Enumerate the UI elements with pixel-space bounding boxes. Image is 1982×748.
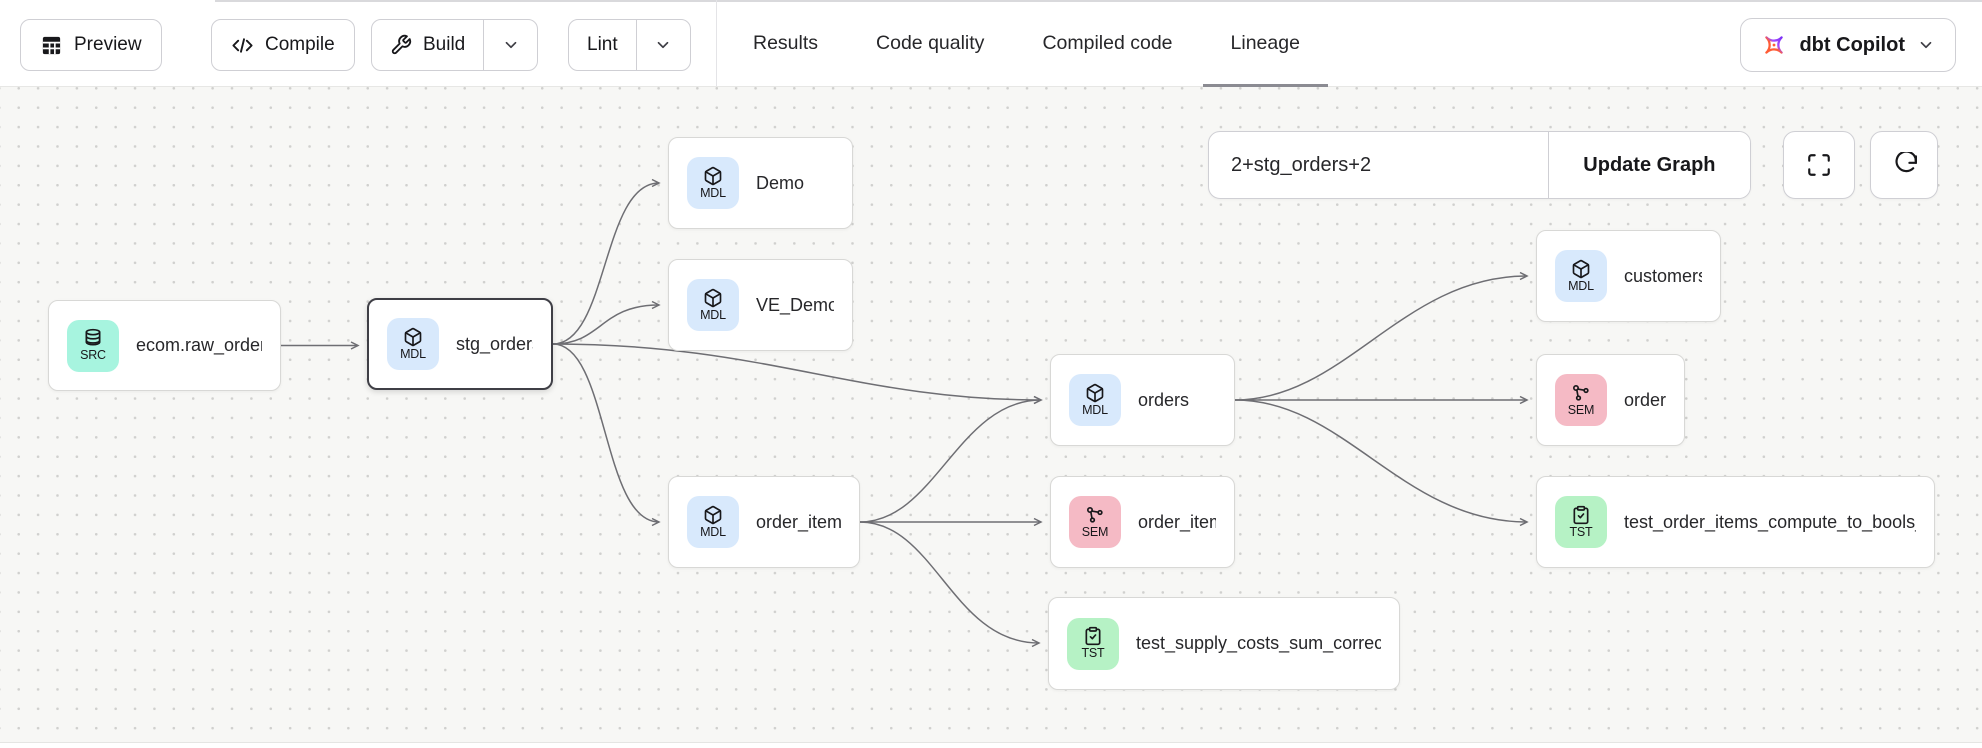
tab-lineage[interactable]: Lineage <box>1231 0 1300 87</box>
lineage-canvas[interactable]: SRC ecom.raw_orders MDL stg_orders MDL D… <box>0 87 1982 742</box>
update-graph-button[interactable]: Update Graph <box>1548 132 1750 198</box>
clipboard-check-icon <box>1083 626 1103 646</box>
edge-orders-test-order-items <box>1235 400 1527 522</box>
model-type-badge: MDL <box>387 318 439 370</box>
code-icon <box>231 34 254 57</box>
edge-order-items-orders <box>860 400 1041 522</box>
lineage-selector-input[interactable] <box>1209 132 1548 198</box>
result-tabs: Results Code quality Compiled code Linea… <box>753 0 1300 87</box>
build-button-label: Build <box>423 34 465 56</box>
edge-stg-orders-orders <box>553 344 1041 400</box>
node-label: Demo <box>756 173 804 194</box>
preview-button[interactable]: Preview <box>20 19 162 71</box>
tab-code-quality[interactable]: Code quality <box>876 0 984 87</box>
node-order-items[interactable]: MDL order_items <box>668 476 860 568</box>
top-toolbar: Preview Compile Build Lint <box>0 0 1982 87</box>
tab-results[interactable]: Results <box>753 0 818 87</box>
model-type-badge: MDL <box>687 157 739 209</box>
chevron-down-icon <box>1917 36 1935 54</box>
bottom-panel-edge <box>0 742 1982 748</box>
preview-button-label: Preview <box>74 34 142 56</box>
node-label: test_supply_costs_sum_correctly <box>1136 633 1381 654</box>
database-icon <box>83 328 103 348</box>
node-stg-orders[interactable]: MDL stg_orders <box>367 298 553 390</box>
refresh-button[interactable] <box>1870 131 1938 199</box>
edge-stg-orders-demo <box>553 183 659 344</box>
model-type-badge: MDL <box>1069 374 1121 426</box>
node-order-item[interactable]: SEM order_item <box>1050 476 1235 568</box>
node-label: VE_Demo <box>756 295 834 316</box>
model-type-badge: MDL <box>687 279 739 331</box>
table-icon <box>40 34 63 57</box>
node-label: customers <box>1624 266 1702 287</box>
compile-button[interactable]: Compile <box>211 19 355 71</box>
lineage-selector-group: Update Graph <box>1208 131 1751 199</box>
node-demo[interactable]: MDL Demo <box>668 137 853 229</box>
dbt-copilot-button[interactable]: dbt Copilot <box>1740 18 1956 72</box>
cube-icon <box>703 288 723 308</box>
node-customers[interactable]: MDL customers <box>1536 230 1721 322</box>
test-type-badge: TST <box>1555 496 1607 548</box>
node-ecom-raw-orders[interactable]: SRC ecom.raw_orders <box>48 300 281 391</box>
cube-icon <box>1571 259 1591 279</box>
node-orders-model[interactable]: MDL orders <box>1050 354 1235 446</box>
lint-button-group: Lint <box>568 19 691 71</box>
dbt-copilot-label: dbt Copilot <box>1799 34 1905 57</box>
fullscreen-icon <box>1806 152 1832 178</box>
cube-icon <box>703 505 723 525</box>
node-label: orders <box>1138 390 1189 411</box>
node-label: order_items <box>756 512 841 533</box>
compile-button-label: Compile <box>265 34 335 56</box>
edge-order-items-test-supply-costs <box>860 522 1039 643</box>
lint-button-label: Lint <box>587 34 618 56</box>
build-button-group: Build <box>371 19 538 71</box>
chevron-down-icon <box>502 36 520 54</box>
source-type-badge: SRC <box>67 320 119 372</box>
lint-dropdown-toggle[interactable] <box>636 20 690 70</box>
model-type-badge: MDL <box>687 496 739 548</box>
clipboard-check-icon <box>1571 505 1591 525</box>
dbt-copilot-icon <box>1761 32 1787 58</box>
cube-icon <box>1085 383 1105 403</box>
lint-button[interactable]: Lint <box>569 20 636 70</box>
share-network-icon <box>1571 383 1591 403</box>
node-test-supply-costs[interactable]: TST test_supply_costs_sum_correctly <box>1048 597 1400 690</box>
test-type-badge: TST <box>1067 618 1119 670</box>
build-button[interactable]: Build <box>372 20 483 70</box>
fullscreen-button[interactable] <box>1783 131 1855 199</box>
node-label: orders <box>1624 390 1666 411</box>
wrench-icon <box>390 34 412 56</box>
node-label: order_item <box>1138 512 1216 533</box>
chevron-down-icon <box>654 36 672 54</box>
tab-compiled-code[interactable]: Compiled code <box>1042 0 1172 87</box>
edge-orders-customers <box>1235 276 1527 400</box>
node-orders-semantic[interactable]: SEM orders <box>1536 354 1685 446</box>
node-ve-demo[interactable]: MDL VE_Demo <box>668 259 853 351</box>
build-dropdown-toggle[interactable] <box>483 20 537 70</box>
cube-icon <box>403 327 423 347</box>
node-label: ecom.raw_orders <box>136 335 262 356</box>
node-test-order-items[interactable]: TST test_order_items_compute_to_bools_c.… <box>1536 476 1935 568</box>
model-type-badge: MDL <box>1555 250 1607 302</box>
share-network-icon <box>1085 505 1105 525</box>
node-label: test_order_items_compute_to_bools_c... <box>1624 512 1916 533</box>
node-label: stg_orders <box>456 334 533 355</box>
edge-stg-orders-order-items <box>553 344 659 522</box>
semantic-type-badge: SEM <box>1069 496 1121 548</box>
refresh-icon <box>1891 152 1917 178</box>
edge-stg-orders-ve-demo <box>553 305 659 344</box>
toolbar-separator <box>716 0 717 86</box>
semantic-type-badge: SEM <box>1555 374 1607 426</box>
cube-icon <box>703 166 723 186</box>
